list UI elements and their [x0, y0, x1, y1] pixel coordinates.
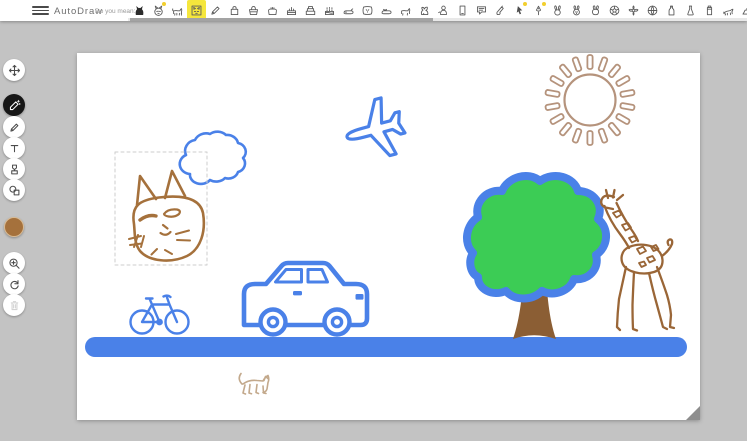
selection-box[interactable]	[115, 152, 207, 265]
cat-face-drawing[interactable]	[115, 152, 207, 265]
undo-tool[interactable]	[3, 273, 25, 295]
zoom-tool[interactable]	[3, 252, 25, 274]
menu-icon[interactable]	[32, 4, 49, 17]
airplane-drawing[interactable]	[340, 94, 410, 165]
suggestions-scrollbar-thumb[interactable]	[130, 18, 433, 21]
car-drawing[interactable]	[244, 263, 367, 335]
autodraw-tool[interactable]	[3, 94, 25, 116]
color-tool[interactable]	[4, 217, 24, 237]
tree-drawing[interactable]	[467, 176, 606, 339]
top-bar: AutoDraw Do you mean:	[0, 0, 747, 21]
draw-tool[interactable]	[3, 116, 25, 138]
delete-tool[interactable]	[3, 294, 25, 316]
road-drawing[interactable]	[85, 337, 687, 357]
cloud-drawing[interactable]	[180, 132, 246, 184]
sparkle-dot	[523, 2, 527, 6]
suggestions-scrollbar-track	[128, 18, 747, 21]
drawing-canvas[interactable]	[77, 53, 700, 420]
canvas-resize-handle[interactable]	[686, 406, 700, 420]
tree-canopy	[467, 176, 606, 298]
bicycle-drawing[interactable]	[131, 296, 189, 334]
select-tool[interactable]	[3, 59, 25, 81]
small-cat-drawing[interactable]	[239, 374, 269, 395]
sparkle-dot	[162, 2, 166, 6]
shapes-tool[interactable]	[3, 179, 25, 201]
giraffe-drawing[interactable]	[601, 190, 674, 331]
sparkle-dot	[542, 2, 546, 6]
type-tool[interactable]	[3, 137, 25, 159]
tool-palette	[3, 0, 31, 441]
fill-tool[interactable]	[3, 158, 25, 180]
sun-drawing[interactable]	[545, 55, 635, 145]
